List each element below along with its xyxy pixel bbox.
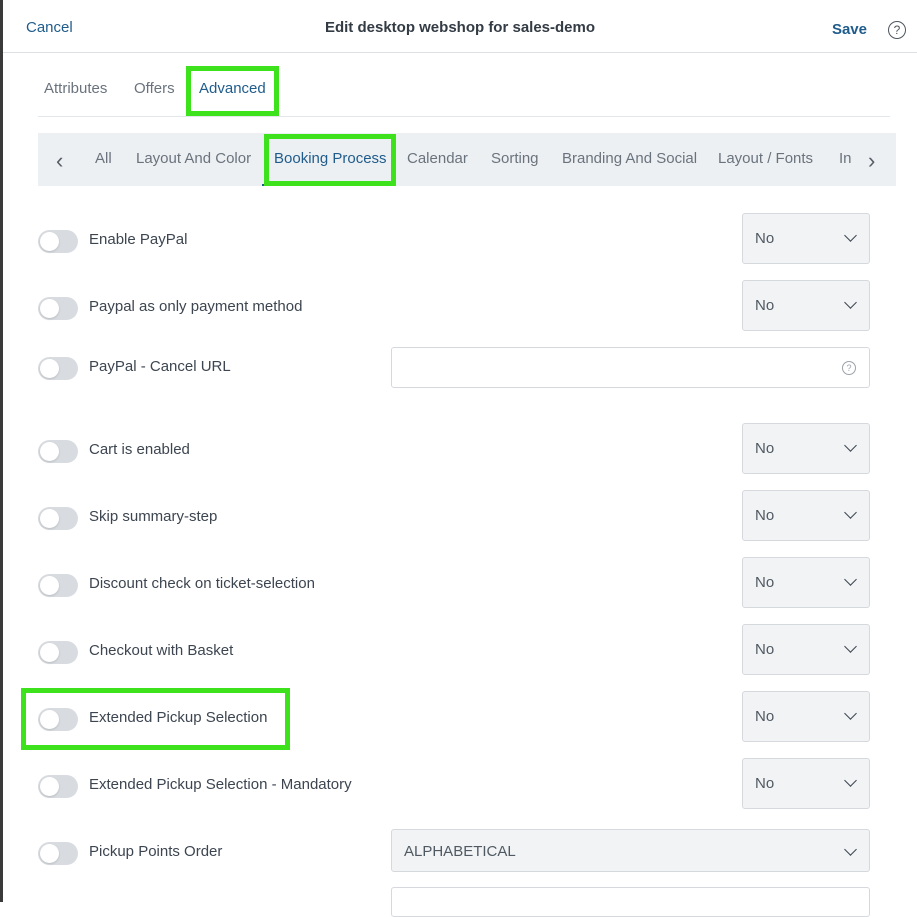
toggle-cart-enabled[interactable] <box>38 440 78 463</box>
select-skip-summary[interactable]: No <box>742 490 870 541</box>
active-subtab-underline <box>262 184 389 186</box>
toggle-paypal-cancel-url[interactable] <box>38 357 78 380</box>
toggle-discount-check[interactable] <box>38 574 78 597</box>
subtab-branding-and-social[interactable]: Branding And Social <box>562 150 697 167</box>
toggle-skip-summary[interactable] <box>38 507 78 530</box>
subtab-in-truncated[interactable]: In <box>839 150 852 167</box>
toggle-extended-pickup[interactable] <box>38 708 78 731</box>
chevron-right-icon[interactable]: › <box>868 148 875 174</box>
save-button[interactable]: Save <box>832 21 867 38</box>
paypal-cancel-url-input[interactable]: ? <box>391 347 870 388</box>
label-enable-paypal: Enable PayPal <box>89 231 188 248</box>
subtab-booking-process[interactable]: Booking Process <box>274 150 387 167</box>
select-checkout-basket[interactable]: No <box>742 624 870 675</box>
select-extended-pickup-mandatory[interactable]: No <box>742 758 870 809</box>
label-paypal-cancel-url: PayPal - Cancel URL <box>89 358 231 375</box>
label-extended-pickup: Extended Pickup Selection <box>89 709 268 726</box>
chevron-left-icon[interactable]: ‹ <box>56 148 63 174</box>
select-enable-paypal[interactable]: No <box>742 213 870 264</box>
next-field-partial[interactable] <box>391 887 870 917</box>
toggle-checkout-basket[interactable] <box>38 641 78 664</box>
subtab-calendar[interactable]: Calendar <box>407 150 468 167</box>
label-discount-check: Discount check on ticket-selection <box>89 575 315 592</box>
chevron-down-icon <box>844 640 857 653</box>
select-paypal-only[interactable]: No <box>742 280 870 331</box>
question-circle-icon[interactable]: ? <box>842 361 856 375</box>
dialog-title: Edit desktop webshop for sales-demo <box>324 19 596 36</box>
chevron-down-icon <box>844 296 857 309</box>
tab-offers[interactable]: Offers <box>134 80 175 97</box>
toggle-pickup-points-order[interactable] <box>38 842 78 865</box>
select-discount-check[interactable]: No <box>742 557 870 608</box>
subtab-layout-fonts[interactable]: Layout / Fonts <box>718 150 813 167</box>
chevron-down-icon <box>844 707 857 720</box>
chevron-down-icon <box>844 573 857 586</box>
label-cart-enabled: Cart is enabled <box>89 441 190 458</box>
tab-advanced[interactable]: Advanced <box>199 80 266 97</box>
help-icon[interactable]: ? <box>888 21 906 39</box>
select-cart-enabled[interactable]: No <box>742 423 870 474</box>
label-paypal-only: Paypal as only payment method <box>89 298 303 315</box>
tab-attributes[interactable]: Attributes <box>44 80 107 97</box>
main-tabs: Attributes Offers Advanced <box>38 66 890 117</box>
select-extended-pickup[interactable]: No <box>742 691 870 742</box>
dialog-header: Cancel Edit desktop webshop for sales-de… <box>3 0 917 53</box>
toggle-enable-paypal[interactable] <box>38 230 78 253</box>
chevron-down-icon <box>844 229 857 242</box>
label-checkout-basket: Checkout with Basket <box>89 642 234 659</box>
chevron-down-icon <box>844 843 857 856</box>
chevron-down-icon <box>844 506 857 519</box>
chevron-down-icon <box>844 774 857 787</box>
chevron-down-icon <box>844 439 857 452</box>
subtab-sorting[interactable]: Sorting <box>491 150 539 167</box>
label-extended-pickup-mandatory: Extended Pickup Selection - Mandatory <box>89 776 352 793</box>
toggle-paypal-only[interactable] <box>38 297 78 320</box>
subtab-layout-and-color[interactable]: Layout And Color <box>136 150 251 167</box>
label-skip-summary: Skip summary-step <box>89 508 218 525</box>
select-pickup-points-order[interactable]: ALPHABETICAL <box>391 829 870 872</box>
label-pickup-points-order: Pickup Points Order <box>89 843 223 860</box>
subtab-all[interactable]: All <box>95 150 112 167</box>
toggle-extended-pickup-mandatory[interactable] <box>38 775 78 798</box>
window-edge <box>0 0 3 902</box>
subtab-bar: ‹ All Layout And Color Booking Process C… <box>38 133 896 186</box>
